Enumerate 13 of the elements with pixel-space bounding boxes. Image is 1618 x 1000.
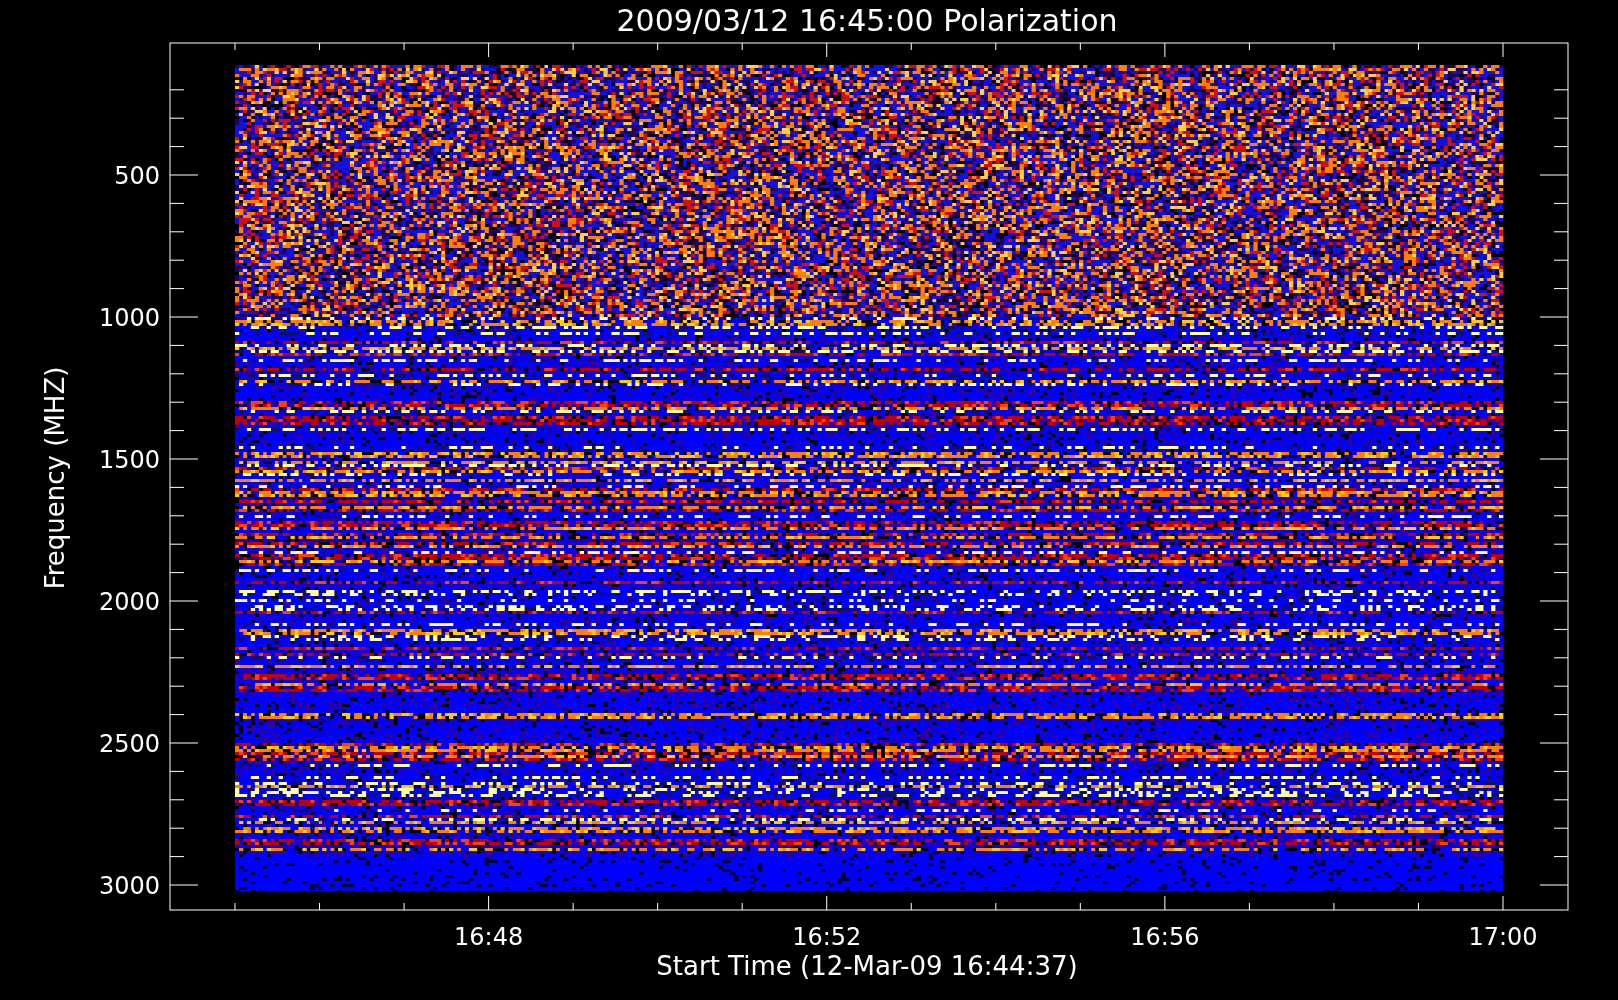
y-axis-title: Frequency (MHZ) <box>40 366 70 590</box>
chart-title: 2009/03/12 16:45:00 Polarization <box>616 3 1118 38</box>
y-tick-label: 3000 <box>98 872 160 900</box>
y-tick-label: 500 <box>114 162 160 190</box>
y-tick-label: 1500 <box>98 446 160 474</box>
x-tick-label: 16:52 <box>792 923 862 951</box>
x-tick-label: 16:56 <box>1130 923 1200 951</box>
y-tick-label: 1000 <box>98 304 160 332</box>
y-tick-label: 2500 <box>98 730 160 758</box>
x-tick-label: 17:00 <box>1468 923 1538 951</box>
x-axis-title: Start Time (12-Mar-09 16:44:37) <box>656 951 1078 981</box>
y-tick-label: 2000 <box>98 588 160 616</box>
x-tick-label: 16:48 <box>454 923 524 951</box>
